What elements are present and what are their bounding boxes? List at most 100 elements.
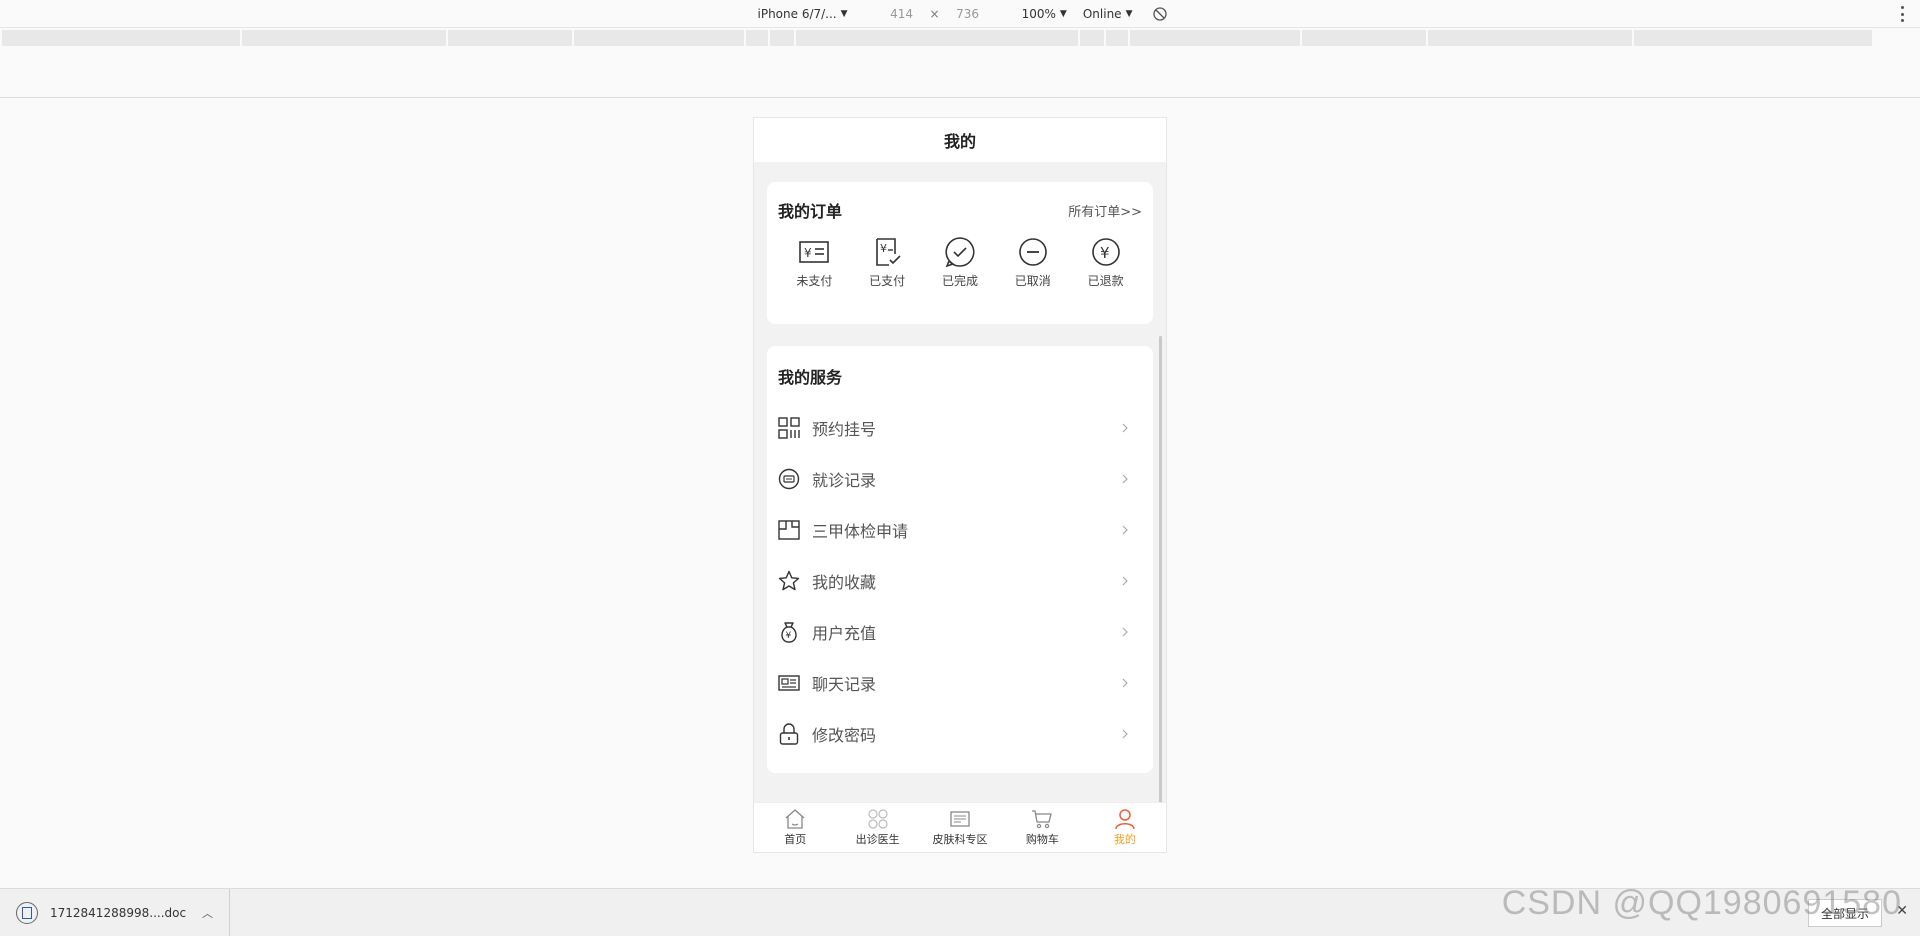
services-title: 我的服务: [778, 368, 843, 387]
record-icon: [778, 468, 800, 489]
chevron-right-icon: [1122, 678, 1128, 687]
order-refunded[interactable]: ¥ 已退款: [1076, 236, 1136, 289]
chevron-right-icon: [1122, 423, 1128, 432]
chevron-right-icon: [1122, 627, 1128, 636]
page-title: 我的: [754, 118, 1166, 162]
device-select[interactable]: iPhone 6/7/... ▼: [752, 7, 854, 21]
unpaid-icon: ¥: [799, 241, 830, 263]
order-label: 未支付: [796, 274, 833, 288]
service-label: 修改密码: [812, 725, 877, 745]
tab-profile[interactable]: 我的: [1084, 803, 1166, 852]
dermatology-icon: [950, 811, 970, 827]
scroll-area[interactable]: 我的订单 所有订单>> ¥ 未支付 ¥ 已支付 已完成 已取消 ¥ 已退款 我的…: [754, 162, 1166, 802]
caret-down-icon: ▼: [1059, 8, 1067, 19]
svg-text:¥: ¥: [786, 631, 792, 641]
mq-segment[interactable]: [2, 30, 240, 46]
service-item-chat-records[interactable]: 聊天记录: [778, 657, 1142, 708]
service-item-change-password[interactable]: 修改密码: [778, 708, 1142, 759]
service-list: 预约挂号 就诊记录 三甲体检申请 我的收藏 ¥ 用户充值 聊天记录 修改密码: [778, 402, 1142, 759]
network-value: Online: [1082, 6, 1122, 21]
mq-segment[interactable]: [242, 30, 446, 46]
height-input[interactable]: 736: [948, 7, 988, 21]
checkup-icon: [778, 519, 800, 540]
caret-down-icon: ▼: [1125, 8, 1133, 19]
mq-segment[interactable]: [796, 30, 1078, 46]
lock-icon: [779, 722, 799, 745]
order-label: 已支付: [869, 274, 906, 288]
chevron-right-icon: [1122, 576, 1128, 585]
tab-label: 皮肤科专区: [932, 833, 988, 846]
user-icon: [1115, 809, 1135, 830]
service-item-appointment[interactable]: 预约挂号: [778, 402, 1142, 453]
orders-card: 我的订单 所有订单>> ¥ 未支付 ¥ 已支付 已完成 已取消 ¥ 已退款: [767, 182, 1153, 324]
mq-segment[interactable]: [746, 30, 768, 46]
svg-text:¥: ¥: [804, 246, 812, 260]
mq-segment[interactable]: [1634, 30, 1872, 46]
service-item-visit-records[interactable]: 就诊记录: [778, 453, 1142, 504]
chevron-right-icon: [1122, 729, 1128, 738]
watermark: CSDN @QQ1980691580: [1501, 884, 1902, 922]
cart-icon: [1032, 810, 1053, 829]
chevron-up-icon[interactable]: ︿: [202, 905, 213, 921]
mq-segment[interactable]: [1428, 30, 1632, 46]
money-bag-icon: ¥: [781, 621, 797, 643]
svg-text:¥: ¥: [1100, 244, 1110, 262]
mq-segment[interactable]: [1130, 30, 1300, 46]
completed-icon: [945, 237, 975, 268]
width-input[interactable]: 414: [882, 7, 922, 21]
tab-bar: 首页 出诊医生 皮肤科专区 购物车 我的: [754, 802, 1166, 852]
mq-segment[interactable]: [770, 30, 794, 46]
dimension-separator: ×: [929, 6, 940, 21]
download-file-name: 1712841288998....doc: [50, 905, 187, 920]
chevron-right-icon: [1122, 525, 1128, 534]
chevron-right-icon: [1122, 474, 1128, 483]
service-item-checkup[interactable]: 三甲体检申请: [778, 504, 1142, 555]
mq-segment[interactable]: [448, 30, 572, 46]
cancelled-icon: [1018, 238, 1047, 266]
refunded-icon: ¥: [1091, 238, 1120, 266]
tab-label: 我的: [1113, 833, 1136, 846]
mq-segment[interactable]: [1302, 30, 1426, 46]
zoom-select[interactable]: 100% ▼: [1016, 7, 1073, 21]
tab-cart[interactable]: 购物车: [1001, 803, 1083, 852]
mq-segment[interactable]: [1106, 30, 1128, 46]
grid-icon: [778, 416, 800, 439]
order-label: 已退款: [1087, 274, 1124, 288]
mq-segment[interactable]: [1080, 30, 1104, 46]
tab-label: 购物车: [1025, 833, 1059, 846]
service-item-recharge[interactable]: ¥ 用户充值: [778, 606, 1142, 657]
tab-label: 首页: [784, 833, 807, 846]
caret-down-icon: ▼: [840, 8, 848, 19]
network-select[interactable]: Online ▼: [1077, 7, 1139, 21]
chat-card-icon: [778, 674, 800, 691]
order-label: 已完成: [941, 274, 978, 288]
order-completed[interactable]: 已完成: [930, 236, 990, 289]
orders-title: 我的订单: [778, 202, 843, 221]
zoom-value: 100%: [1021, 6, 1056, 21]
media-query-bar: [0, 30, 1920, 46]
download-item[interactable]: 1712841288998....doc ︿: [0, 888, 230, 936]
mq-segment[interactable]: [574, 30, 744, 46]
all-orders-link[interactable]: 所有订单>>: [1068, 201, 1142, 220]
device-toolbar: iPhone 6/7/... ▼ 414 × 736 100% ▼ Online…: [0, 0, 1920, 28]
tab-label: 出诊医生: [855, 833, 900, 846]
service-label: 预约挂号: [812, 419, 877, 439]
doctor-icon: [868, 809, 888, 829]
star-icon: [778, 570, 800, 590]
service-item-favorites[interactable]: 我的收藏: [778, 555, 1142, 606]
home-icon: [785, 809, 805, 829]
scrollbar[interactable]: [1159, 336, 1162, 802]
rotate-icon[interactable]: [1152, 6, 1168, 22]
service-label: 三甲体检申请: [812, 521, 909, 541]
service-label: 聊天记录: [812, 674, 877, 694]
tab-home[interactable]: 首页: [754, 803, 836, 852]
tab-doctors[interactable]: 出诊医生: [836, 803, 918, 852]
tab-dermatology[interactable]: 皮肤科专区: [919, 803, 1001, 852]
order-unpaid[interactable]: ¥ 未支付: [784, 236, 844, 289]
service-label: 用户充值: [812, 623, 877, 643]
service-label: 就诊记录: [812, 470, 877, 490]
more-options-icon[interactable]: [1900, 6, 1904, 22]
service-label: 我的收藏: [812, 572, 877, 592]
order-paid[interactable]: ¥ 已支付: [857, 236, 917, 289]
order-cancelled[interactable]: 已取消: [1003, 236, 1063, 289]
